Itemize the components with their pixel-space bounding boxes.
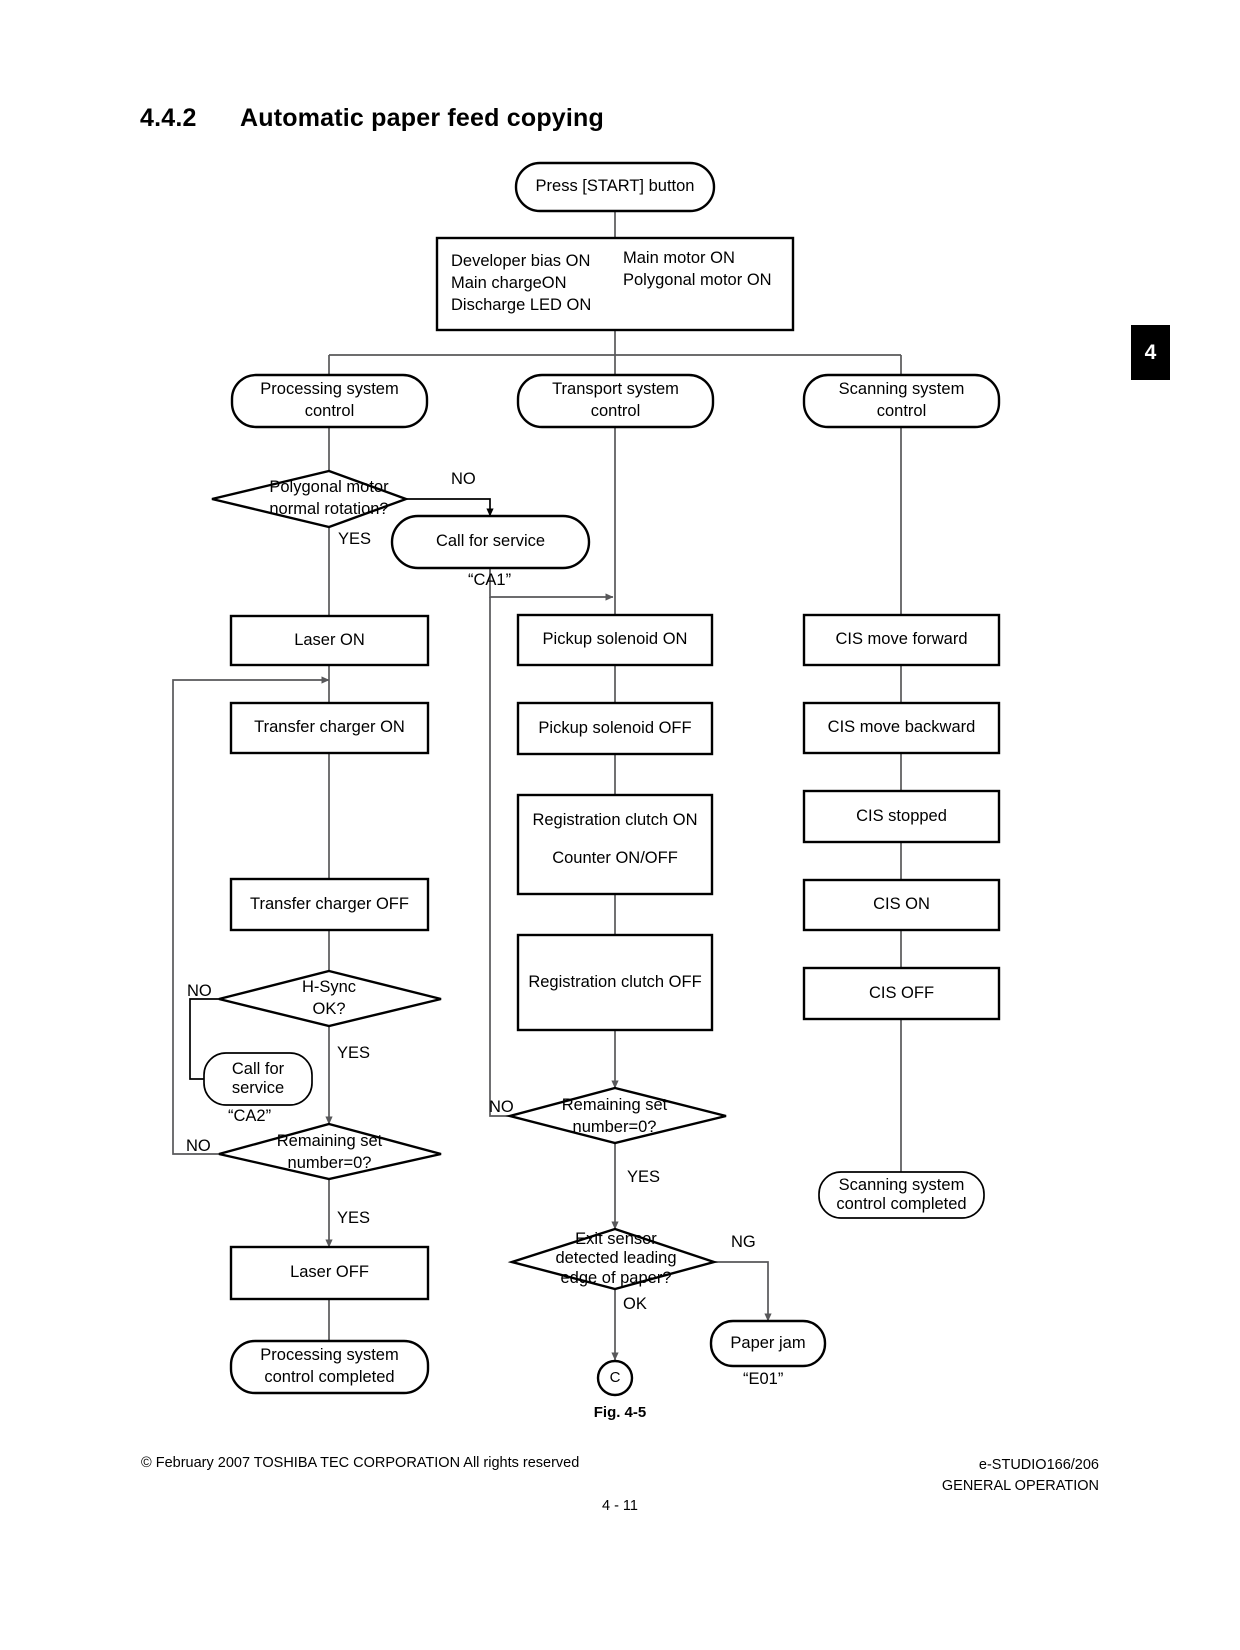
flowchart-diagram — [0, 0, 1240, 1650]
edge-label-hsync-yes: YES — [337, 1044, 371, 1062]
edge-label-transport-remaining-yes: YES — [627, 1168, 661, 1186]
footer-model-info: e-STUDIO166/206 GENERAL OPERATION — [942, 1455, 1099, 1497]
edge-label-processing-remaining-yes: YES — [337, 1209, 371, 1227]
edge-label-exit-sensor-ok: OK — [623, 1295, 647, 1313]
edge-label-polygonal-no: NO — [451, 470, 476, 488]
figure-caption: Fig. 4-5 — [593, 1404, 647, 1421]
footer-copyright: © February 2007 TOSHIBA TEC CORPORATION … — [141, 1455, 580, 1471]
footer-model-name: e-STUDIO166/206 — [978, 1457, 1099, 1473]
edge-label-polygonal-yes: YES — [338, 530, 372, 548]
footer-manual-section: GENERAL OPERATION — [941, 1478, 1099, 1495]
footer-page-number: 4 - 11 — [601, 1498, 638, 1514]
edge-label-processing-remaining-no: NO — [186, 1137, 211, 1155]
label-error-code-e01: “E01” — [743, 1370, 784, 1388]
edge-label-transport-remaining-no: NO — [489, 1098, 514, 1116]
label-service-code-ca1: “CA1” — [468, 571, 512, 589]
edge-label-exit-sensor-ng: NG — [731, 1233, 756, 1251]
edge-label-hsync-no: NO — [187, 982, 212, 1000]
label-service-code-ca2: “CA2” — [228, 1107, 272, 1125]
